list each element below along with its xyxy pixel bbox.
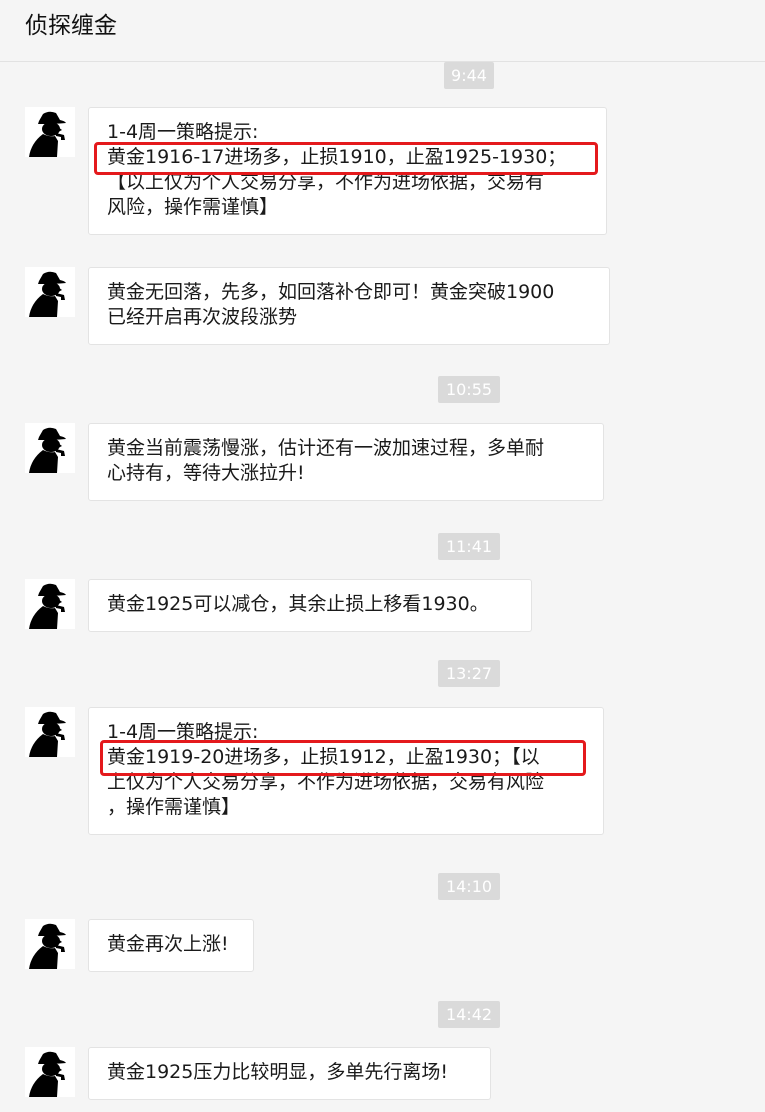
timestamp: 14:10 bbox=[438, 873, 500, 900]
message-line: 已经开启再次波段涨势 bbox=[107, 306, 298, 328]
chat-header: 侦探缠金 bbox=[0, 0, 765, 62]
timestamp: 14:42 bbox=[438, 1001, 500, 1028]
detective-avatar-icon[interactable] bbox=[25, 707, 75, 757]
timestamp: 10:55 bbox=[438, 376, 500, 403]
detective-avatar-icon[interactable] bbox=[25, 579, 75, 629]
chat-title: 侦探缠金 bbox=[25, 13, 117, 39]
message-bubble[interactable]: 黄金1925压力比较明显，多单先行离场! bbox=[88, 1047, 491, 1100]
timestamp: 11:41 bbox=[438, 533, 500, 560]
message-list[interactable]: 9:44 1-4周一策略提示: 黄金1916-17进场多，止损1910，止盈19… bbox=[0, 62, 765, 1112]
red-highlight-box bbox=[100, 740, 586, 776]
timestamp: 9:44 bbox=[444, 62, 494, 89]
detective-avatar-icon[interactable] bbox=[25, 919, 75, 969]
message-line: 黄金无回落，先多，如回落补仓即可！黄金突破1900 bbox=[107, 281, 555, 303]
message-line: 风险，操作需谨慎】 bbox=[107, 196, 279, 218]
message-bubble[interactable]: 黄金无回落，先多，如回落补仓即可！黄金突破1900 已经开启再次波段涨势 bbox=[88, 267, 610, 345]
message-bubble[interactable]: 黄金当前震荡慢涨，估计还有一波加速过程，多单耐 心持有，等待大涨拉升! bbox=[88, 423, 604, 501]
message-line: 黄金1925可以减仓，其余止损上移看1930。 bbox=[107, 593, 489, 615]
detective-avatar-icon[interactable] bbox=[25, 267, 75, 317]
detective-avatar-icon[interactable] bbox=[25, 423, 75, 473]
message-line: 黄金1925压力比较明显，多单先行离场! bbox=[107, 1061, 448, 1083]
message-line: 黄金当前震荡慢涨，估计还有一波加速过程，多单耐 bbox=[107, 437, 545, 459]
message-line: 黄金再次上涨! bbox=[107, 933, 229, 955]
message-bubble[interactable]: 黄金再次上涨! bbox=[88, 919, 254, 972]
detective-avatar-icon[interactable] bbox=[25, 107, 75, 157]
detective-avatar-icon[interactable] bbox=[25, 1047, 75, 1097]
message-line: 心持有，等待大涨拉升! bbox=[107, 462, 305, 484]
timestamp: 13:27 bbox=[438, 660, 500, 687]
message-line: ，操作需谨慎】 bbox=[107, 796, 241, 818]
red-highlight-box bbox=[94, 142, 598, 175]
message-bubble[interactable]: 黄金1925可以减仓，其余止损上移看1930。 bbox=[88, 579, 532, 632]
